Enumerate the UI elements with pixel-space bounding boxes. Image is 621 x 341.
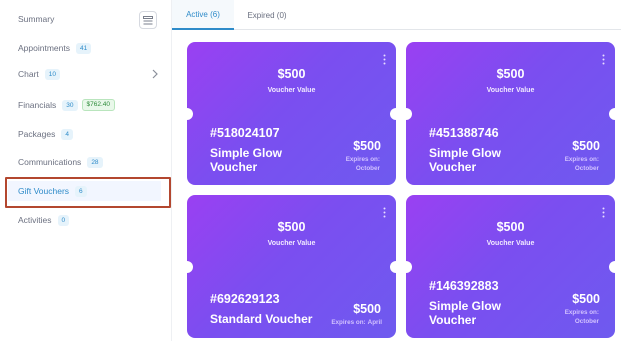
voucher-expiry: Expires on: October [519,309,599,326]
sidebar-item-financials[interactable]: Financials 30 $762.40 [0,94,172,116]
highlight-box [5,177,171,208]
expires-label: Expires on: [564,156,599,163]
sidebar-item-label: Summary [18,14,55,24]
voucher-card[interactable]: $500 Voucher Value #451388746 Simple Glo… [406,42,615,185]
expires-value: October [574,317,599,325]
tab-active[interactable]: Active (6) [172,0,234,30]
tab-expired[interactable]: Expired (0) [234,0,300,30]
voucher-value-label: Voucher Value [486,240,535,247]
voucher-expiry: Expires on: October [300,156,380,173]
voucher-code: #451388746 [429,126,499,140]
more-vertical-icon[interactable] [602,54,605,65]
voucher-expiry: Expires on: October [519,156,599,173]
sidebar-item-label: Communications [18,157,82,167]
voucher-amount: $500 [572,292,600,306]
voucher-card[interactable]: $500 Voucher Value #692629123 Standard V… [187,195,396,338]
expires-label: Expires on: [564,309,599,316]
sidebar-item-appointments[interactable]: Appointments 41 [0,37,172,59]
summary-layout-button[interactable] [139,11,157,29]
voucher-card[interactable]: $500 Voucher Value #518024107 Simple Glo… [187,42,396,185]
sidebar: Summary Appointments 41 Chart 10 Financi… [0,0,172,341]
voucher-code: #146392883 [429,279,499,293]
sidebar-item-label: Activities [18,215,52,225]
voucher-value: $500 [277,67,306,81]
more-vertical-icon[interactable] [383,54,386,65]
sidebar-item-communications[interactable]: Communications 28 [0,151,172,173]
expires-value: October [355,164,380,172]
expires-label: Expires on: [331,319,366,326]
expires-label: Expires on: [345,156,380,163]
sidebar-item-label: Packages [18,129,56,139]
count-badge: 0 [57,214,70,226]
count-badge: 28 [87,156,103,168]
voucher-value: $500 [277,220,306,234]
sidebar-item-label: Appointments [18,43,70,53]
count-badge: 41 [75,42,92,54]
count-badge: 30 [62,99,78,111]
voucher-tabs: Active (6) Expired (0) [172,0,621,30]
sidebar-item-label: Chart [18,69,39,79]
layout-icon [143,15,153,24]
sidebar-item-chart[interactable]: Chart 10 [0,63,172,85]
sidebar-item-activities[interactable]: Activities 0 [0,209,172,231]
voucher-value-label: Voucher Value [267,240,316,247]
voucher-code: #692629123 [210,292,280,306]
count-badge: 10 [44,68,61,80]
voucher-expiry: Expires on: April [312,319,382,328]
voucher-amount: $500 [572,139,600,153]
expires-value: October [574,164,599,172]
count-badge: 4 [61,128,73,140]
voucher-value: $500 [496,220,525,234]
expires-value: April [367,319,382,326]
voucher-amount: $500 [353,139,381,153]
voucher-code: #518024107 [210,126,280,140]
balance-badge: $762.40 [81,99,116,111]
voucher-value: $500 [496,67,525,81]
sidebar-item-label: Financials [18,100,57,110]
voucher-value-label: Voucher Value [486,87,535,94]
voucher-amount: $500 [353,302,381,316]
voucher-value-label: Voucher Value [267,87,316,94]
more-vertical-icon[interactable] [602,207,605,218]
voucher-card[interactable]: $500 Voucher Value #146392883 Simple Glo… [406,195,615,338]
sidebar-item-packages[interactable]: Packages 4 [0,123,172,145]
chevron-right-icon[interactable] [150,68,160,80]
more-vertical-icon[interactable] [383,207,386,218]
